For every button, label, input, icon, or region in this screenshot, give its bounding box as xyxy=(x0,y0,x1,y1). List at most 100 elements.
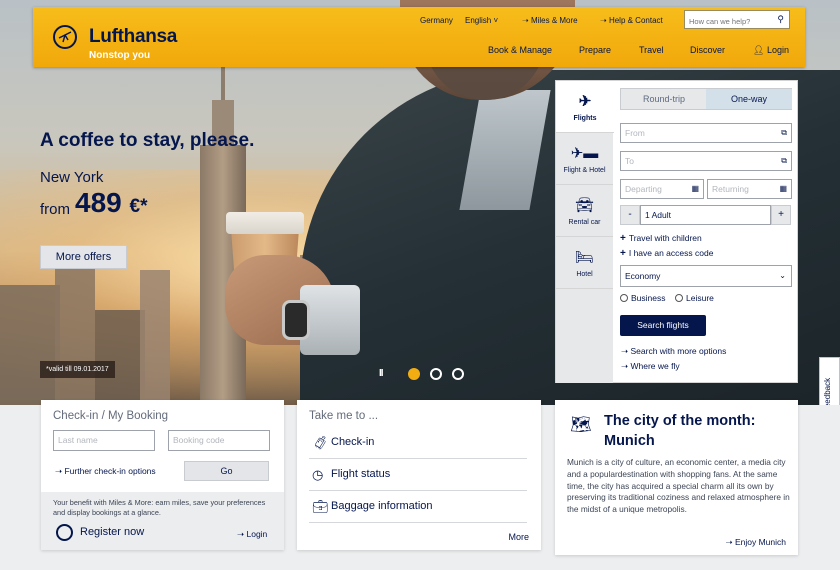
returning-field[interactable]: Returning ▦ xyxy=(707,179,792,199)
country-selector[interactable]: Germany xyxy=(420,16,453,25)
travel-with-children-link[interactable]: + Travel with children xyxy=(620,233,702,244)
plus-icon: + xyxy=(620,248,626,259)
promo-text: Your benefit with Miles & More: earn mil… xyxy=(53,498,266,517)
airplane-icon: ✈ xyxy=(578,93,592,110)
baggage-info-link[interactable]: 💼︎ Baggage information xyxy=(309,491,527,523)
search-input[interactable] xyxy=(685,13,769,30)
departing-field[interactable]: Departing ▦ xyxy=(620,179,704,199)
help-contact-link[interactable]: ➝ Help & Contact xyxy=(600,16,663,25)
skyline-building xyxy=(0,285,60,405)
skyline-building xyxy=(55,245,95,405)
search-icon[interactable]: ⚲ xyxy=(777,14,784,25)
city-card-text: Munich is a city of culture, an economic… xyxy=(567,457,790,515)
calendar-icon: ▦ xyxy=(779,184,787,193)
where-we-fly-link[interactable]: ➝ Where we fly xyxy=(621,361,680,372)
skyline-building xyxy=(95,310,145,405)
tab-rental-car[interactable]: 🚘︎ Rental car xyxy=(556,185,613,237)
more-link[interactable]: More xyxy=(508,532,529,542)
price-currency: €* xyxy=(129,196,148,217)
miles-more-link[interactable]: ➝ Miles & More xyxy=(522,16,578,25)
more-options-label: Search with more options xyxy=(630,346,727,356)
nav-discover[interactable]: Discover xyxy=(690,45,725,55)
booking-code-input[interactable]: Booking code xyxy=(168,430,270,451)
checkin-luggage-icon: 🧳︎ xyxy=(312,435,329,450)
to-field[interactable]: To ⧉ xyxy=(620,151,792,171)
coffee-cup-lid xyxy=(226,212,304,234)
nav-login[interactable]: 👤︎ Login xyxy=(753,45,789,56)
brand-name[interactable]: Lufthansa xyxy=(89,26,177,48)
miles-more-promo: Your benefit with Miles & More: earn mil… xyxy=(41,492,284,550)
further-checkin-label: Further check-in options xyxy=(64,466,156,476)
help-contact-label: Help & Contact xyxy=(608,16,663,25)
checkin-link-label: Check-in xyxy=(331,436,375,448)
promo-login-label: Login xyxy=(246,529,268,539)
nav-prepare[interactable]: Prepare xyxy=(579,45,611,55)
arrow-right-icon: ➝ xyxy=(725,537,735,547)
search-flights-button[interactable]: Search flights xyxy=(620,315,706,336)
returning-placeholder: Returning xyxy=(712,184,749,194)
carousel-dot[interactable] xyxy=(430,368,442,380)
access-code-link[interactable]: + I have an access code xyxy=(620,248,713,259)
clock-icon: ◷ xyxy=(312,467,324,482)
crane-logo-icon[interactable] xyxy=(53,25,77,49)
further-checkin-link[interactable]: ➝ Further check-in options xyxy=(55,466,156,477)
price-amount: 489 xyxy=(75,187,122,218)
passenger-count-field[interactable]: 1 Adult xyxy=(640,205,771,225)
more-options-link[interactable]: ➝ Search with more options xyxy=(621,346,726,357)
leisure-label: Leisure xyxy=(686,293,714,303)
carousel-pause-icon[interactable]: II xyxy=(379,368,383,379)
one-way-option[interactable]: One-way xyxy=(706,89,792,109)
tab-hotel[interactable]: 🛏︎ Hotel xyxy=(556,237,613,289)
site-search: ⚲ xyxy=(684,10,790,30)
chevron-down-icon: ⌄ xyxy=(779,271,786,280)
radio-circle-icon xyxy=(620,294,628,302)
flight-status-link[interactable]: ◷ Flight status xyxy=(309,459,527,491)
promo-login-link[interactable]: ➝ Login xyxy=(237,529,267,540)
checkin-link[interactable]: 🧳︎ Check-in xyxy=(309,427,527,459)
empire-state-spire xyxy=(221,63,225,105)
hero-title: A coffee to stay, please. xyxy=(40,130,255,151)
round-trip-option[interactable]: Round-trip xyxy=(621,89,707,109)
nav-book-manage[interactable]: Book & Manage xyxy=(488,45,552,55)
leisure-radio[interactable]: Leisure xyxy=(675,293,714,303)
from-field[interactable]: From ⧉ xyxy=(620,123,792,143)
hero-price: 489 €* xyxy=(75,187,147,219)
booking-tabs: ✈ Flights ✈▬ Flight & Hotel 🚘︎ Rental ca… xyxy=(556,81,614,383)
flight-hotel-icon: ✈▬ xyxy=(570,145,599,162)
tab-hotel-label: Hotel xyxy=(576,271,593,278)
tab-rental-car-label: Rental car xyxy=(568,219,601,226)
tab-flights[interactable]: ✈ Flights xyxy=(556,81,614,133)
nav-travel[interactable]: Travel xyxy=(639,45,664,55)
cabin-class-value: Economy xyxy=(625,271,661,281)
checkin-card: Check-in / My Booking Last name Booking … xyxy=(41,400,284,550)
miles-more-label: Miles & More xyxy=(530,16,578,25)
carousel-dot[interactable] xyxy=(452,368,464,380)
cabin-class-select[interactable]: Economy ⌄ xyxy=(620,265,792,287)
go-button[interactable]: Go xyxy=(184,461,269,481)
departing-placeholder: Departing xyxy=(625,184,662,194)
tab-flight-hotel[interactable]: ✈▬ Flight & Hotel xyxy=(556,133,613,185)
hero-from-label: from xyxy=(40,201,70,218)
tab-flights-label: Flights xyxy=(573,115,597,122)
bed-icon: 🛏︎ xyxy=(574,249,595,266)
last-name-input[interactable]: Last name xyxy=(53,430,155,451)
carousel-dot[interactable] xyxy=(408,368,420,380)
from-placeholder: From xyxy=(625,128,645,138)
arrow-right-icon: ➝ xyxy=(522,16,531,25)
passenger-increase-button[interactable]: + xyxy=(771,205,791,225)
city-card-title: The city of the month: Munich xyxy=(604,413,756,449)
business-radio[interactable]: Business xyxy=(620,293,666,303)
to-placeholder: To xyxy=(625,156,634,166)
enjoy-munich-link[interactable]: ➝ Enjoy Munich xyxy=(725,537,786,548)
calendar-icon: ▦ xyxy=(691,184,699,193)
language-selector[interactable]: English ˅ xyxy=(465,16,498,25)
where-we-fly-label: Where we fly xyxy=(630,361,680,371)
register-link[interactable]: Register now xyxy=(80,526,144,538)
copy-icon: ⧉ xyxy=(781,128,787,137)
more-offers-button[interactable]: More offers xyxy=(40,245,127,269)
passenger-decrease-button[interactable]: - xyxy=(620,205,640,225)
car-icon: 🚘︎ xyxy=(574,197,595,214)
access-code-label: I have an access code xyxy=(628,248,714,258)
enjoy-munich-label: Enjoy Munich xyxy=(734,537,786,547)
register-pen-icon xyxy=(56,524,73,541)
